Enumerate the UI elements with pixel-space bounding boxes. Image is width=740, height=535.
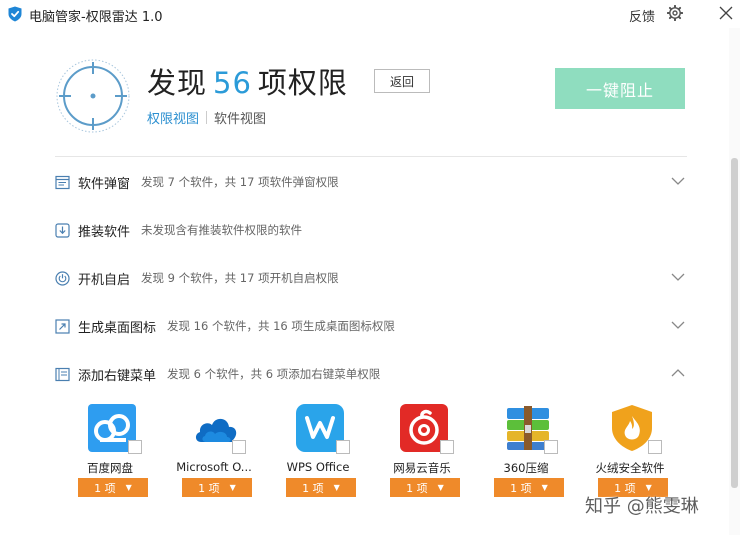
app-name: WPS Office bbox=[286, 460, 350, 474]
category-autostart[interactable]: 开机自启 发现 9 个软件，共 17 项开机自启权限 bbox=[55, 266, 687, 290]
category-title: 生成桌面图标 bbox=[78, 320, 157, 336]
app-name: Microsoft O... bbox=[176, 460, 252, 474]
permission-dropdown[interactable]: 1 项 ▼ bbox=[286, 478, 356, 497]
gear-icon[interactable] bbox=[667, 5, 683, 21]
back-button[interactable]: 返回 bbox=[374, 69, 430, 93]
app-item: 火绒安全软件 1 项 ▼ bbox=[578, 404, 682, 500]
context-menu-icon bbox=[55, 367, 70, 381]
desktop-shortcut-icon bbox=[55, 318, 70, 334]
app-name: 360压缩 bbox=[503, 461, 549, 475]
category-desktop-shortcut[interactable]: 生成桌面图标 发现 16 个软件，共 16 项生成桌面图标权限 bbox=[55, 314, 687, 338]
feedback-link[interactable]: 反馈 bbox=[629, 6, 655, 25]
category-title: 推装软件 bbox=[78, 224, 131, 240]
category-popup[interactable]: 软件弹窗 发现 7 个软件，共 17 项软件弹窗权限 bbox=[55, 170, 687, 194]
permission-dropdown[interactable]: 1 项 ▼ bbox=[78, 478, 148, 497]
category-context-menu[interactable]: 添加右键菜单 发现 6 个软件，共 6 项添加右键菜单权限 bbox=[55, 362, 687, 386]
app-checkbox[interactable] bbox=[544, 440, 558, 454]
caret-down-icon: ▼ bbox=[229, 483, 236, 492]
app-item: 网易云音乐 1 项 ▼ bbox=[370, 404, 474, 500]
tab-permission-view[interactable]: 权限视图 bbox=[147, 108, 199, 127]
tab-divider bbox=[206, 111, 208, 124]
chevron-up-icon[interactable] bbox=[671, 368, 685, 378]
caret-down-icon: ▼ bbox=[645, 483, 652, 492]
permission-count-label: 1 项 bbox=[302, 481, 324, 495]
category-desc: 发现 9 个软件，共 17 项开机自启权限 bbox=[141, 271, 339, 285]
app-name: 火绒安全软件 bbox=[595, 461, 665, 475]
app-item: Microsoft O... 1 项 ▼ bbox=[162, 404, 266, 500]
permission-count-label: 1 项 bbox=[510, 481, 532, 495]
permission-dropdown[interactable]: 1 项 ▼ bbox=[390, 478, 460, 497]
app-checkbox[interactable] bbox=[128, 440, 142, 454]
watermark: 知乎 @熊雯琳 bbox=[585, 496, 699, 517]
block-all-button[interactable]: 一键阻止 bbox=[555, 68, 685, 109]
chevron-down-icon[interactable] bbox=[671, 176, 685, 186]
caret-down-icon: ▼ bbox=[125, 483, 132, 492]
tab-software-view[interactable]: 软件视图 bbox=[214, 108, 266, 127]
radar-icon bbox=[56, 59, 130, 133]
caret-down-icon: ▼ bbox=[437, 483, 444, 492]
close-icon[interactable] bbox=[719, 6, 733, 20]
power-icon bbox=[55, 270, 70, 286]
header-divider bbox=[55, 156, 687, 157]
app-checkbox[interactable] bbox=[648, 440, 662, 454]
app-item: 百度网盘 1 项 ▼ bbox=[58, 404, 162, 500]
category-bundled-install[interactable]: 推装软件 未发现含有推装软件权限的软件 bbox=[55, 218, 687, 242]
download-icon bbox=[55, 222, 70, 238]
app-checkbox[interactable] bbox=[440, 440, 454, 454]
permission-dropdown[interactable]: 1 项 ▼ bbox=[182, 478, 252, 497]
category-title: 软件弹窗 bbox=[78, 176, 131, 192]
title-suffix: 项权限 bbox=[257, 66, 348, 100]
category-title: 开机自启 bbox=[78, 272, 131, 288]
caret-down-icon: ▼ bbox=[333, 483, 340, 492]
category-desc: 发现 7 个软件，共 17 项软件弹窗权限 bbox=[141, 175, 339, 189]
title-bar: 电脑管家-权限雷达 1.0 反馈 bbox=[0, 0, 740, 28]
app-name: 百度网盘 bbox=[87, 461, 133, 475]
category-desc: 未发现含有推装软件权限的软件 bbox=[141, 223, 303, 237]
category-title: 添加右键菜单 bbox=[78, 368, 157, 384]
chevron-down-icon[interactable] bbox=[671, 272, 685, 282]
permission-count: 56 bbox=[213, 66, 252, 100]
permission-dropdown[interactable]: 1 项 ▼ bbox=[494, 478, 564, 497]
view-tabs: 权限视图 软件视图 bbox=[147, 108, 266, 127]
popup-window-icon bbox=[55, 175, 70, 189]
app-name: 网易云音乐 bbox=[393, 461, 451, 475]
shield-logo-icon bbox=[8, 6, 22, 22]
caret-down-icon: ▼ bbox=[541, 483, 548, 492]
title-prefix: 发现 bbox=[147, 66, 208, 100]
scrollbar-thumb[interactable] bbox=[731, 158, 738, 488]
category-desc: 发现 16 个软件，共 16 项生成桌面图标权限 bbox=[167, 319, 395, 333]
window-title: 电脑管家-权限雷达 1.0 bbox=[29, 10, 163, 25]
app-item: WPS Office 1 项 ▼ bbox=[266, 404, 370, 500]
category-desc: 发现 6 个软件，共 6 项添加右键菜单权限 bbox=[167, 367, 381, 381]
app-checkbox[interactable] bbox=[336, 440, 350, 454]
app-item: 360压缩 1 项 ▼ bbox=[474, 404, 578, 500]
chevron-down-icon[interactable] bbox=[671, 320, 685, 330]
permission-count-label: 1 项 bbox=[94, 481, 116, 495]
permission-count-label: 1 项 bbox=[406, 481, 428, 495]
app-checkbox[interactable] bbox=[232, 440, 246, 454]
permission-count-label: 1 项 bbox=[198, 481, 220, 495]
page-title: 发现 56 项权限 bbox=[147, 60, 348, 102]
